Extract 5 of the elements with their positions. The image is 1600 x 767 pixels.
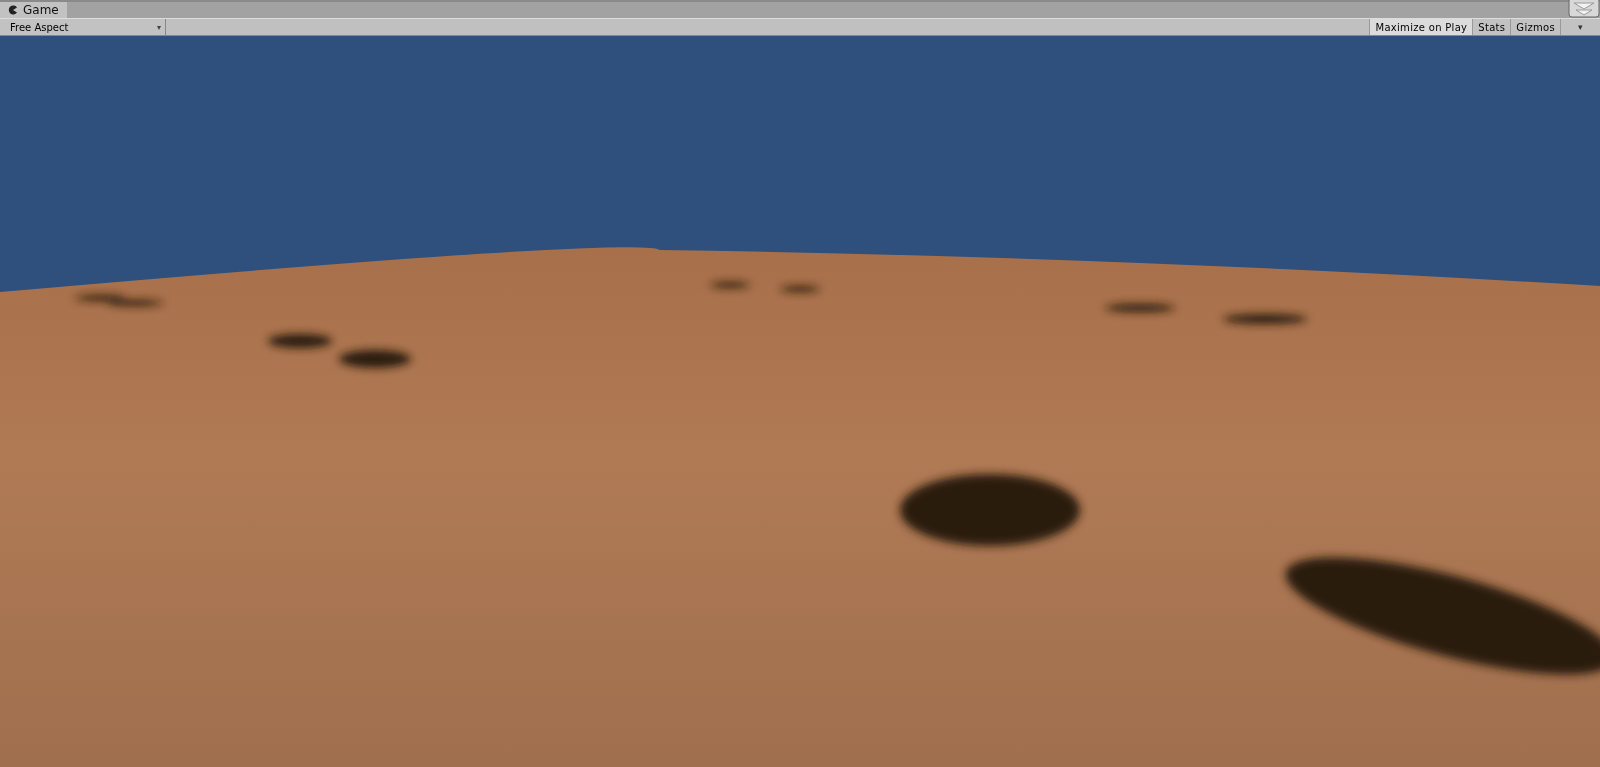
- game-tab[interactable]: Game: [0, 2, 67, 18]
- down-arrow-icon[interactable]: [1568, 0, 1600, 18]
- toolbar-toggle[interactable]: Maximize on Play: [1369, 19, 1473, 35]
- window-title: Game: [23, 3, 59, 17]
- pacman-icon: [8, 5, 18, 15]
